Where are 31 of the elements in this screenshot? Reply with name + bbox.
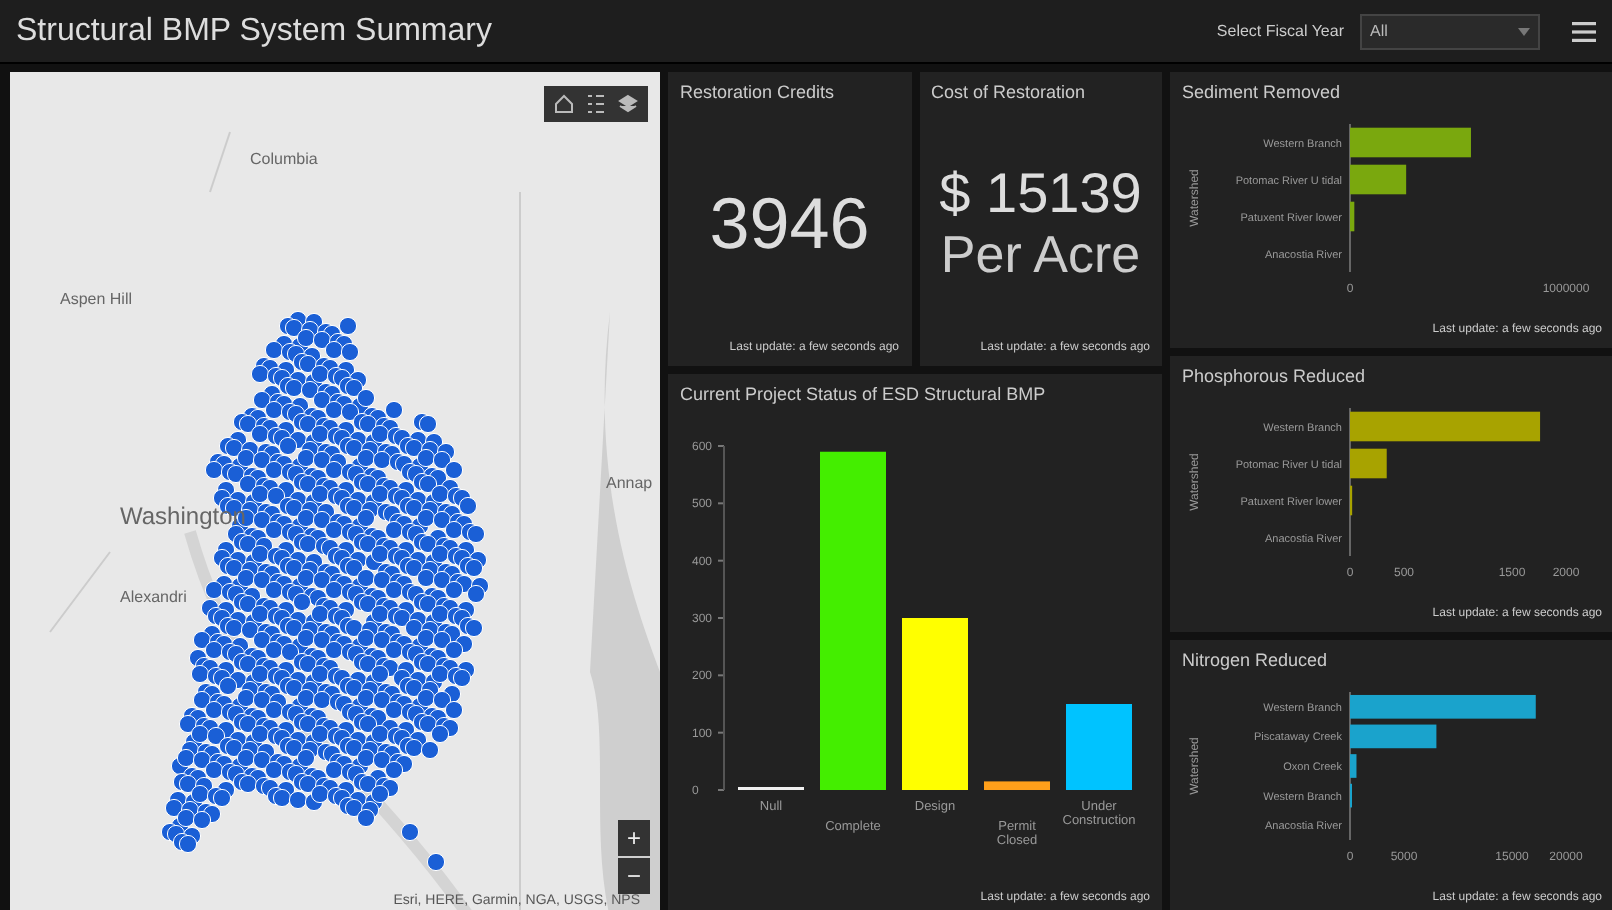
panel-title: Cost of Restoration <box>931 80 1088 106</box>
panel-title: Nitrogen Reduced <box>1182 648 1330 674</box>
chart-bar <box>1350 723 1437 748</box>
indicator-unit: Per Acre <box>940 225 1141 283</box>
legend-icon[interactable] <box>586 94 606 114</box>
chart-bar <box>1350 447 1387 478</box>
fiscal-year-label: Select Fiscal Year <box>1216 19 1344 43</box>
place-label: Alexandri <box>120 586 187 610</box>
place-label: Aspen Hill <box>60 288 133 312</box>
panel-title: Restoration Credits <box>680 80 837 106</box>
chart-bar <box>984 780 1050 789</box>
zoom-out-button[interactable]: − <box>618 858 650 894</box>
place-label: Columbia <box>250 148 318 172</box>
place-label: Annap <box>606 472 653 496</box>
chart-bar <box>1350 163 1407 194</box>
panel-title: Phosphorous Reduced <box>1182 364 1368 390</box>
panel-title: Sediment Removed <box>1182 80 1343 106</box>
chart-bar <box>1066 703 1132 789</box>
layers-icon[interactable] <box>618 94 638 114</box>
zoom-in-button[interactable]: + <box>618 820 650 856</box>
home-icon[interactable] <box>554 94 574 114</box>
chart-bar <box>1350 753 1357 777</box>
menu-icon[interactable] <box>1572 21 1596 41</box>
indicator-value: 3946 <box>709 183 870 264</box>
dashboard-title: Structural BMP System Summary <box>16 11 492 51</box>
chart-bar <box>1350 200 1355 231</box>
caret-icon <box>1518 27 1530 35</box>
fiscal-year-select[interactable]: All <box>1360 13 1540 49</box>
panel-title: Current Project Status of ESD Structural BMP <box>680 382 1048 408</box>
indicator-value: $ 15139 <box>939 164 1142 226</box>
chart-bar <box>1350 126 1471 157</box>
